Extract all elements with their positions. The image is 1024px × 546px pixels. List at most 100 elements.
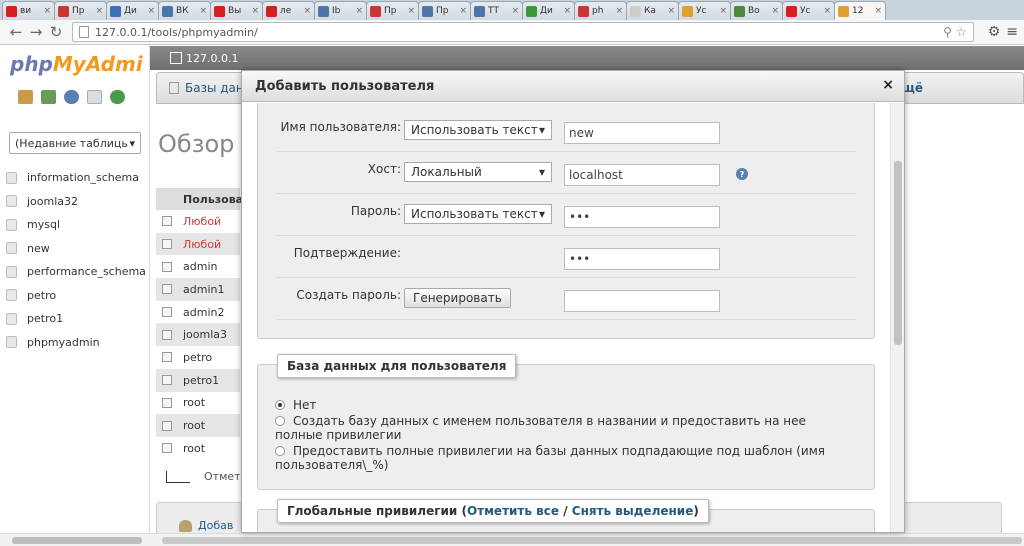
browser-tab[interactable]: Пр × <box>418 1 471 20</box>
browser-tab[interactable]: ВК × <box>158 1 211 20</box>
password-input[interactable]: ••• <box>564 206 720 228</box>
username-mode-select[interactable]: Использовать текст ▾ <box>404 120 552 140</box>
tab-close-icon[interactable]: × <box>459 6 467 16</box>
database-icon[interactable] <box>6 312 17 325</box>
home-icon[interactable] <box>18 90 33 104</box>
recent-tables-select[interactable]: (Недавние таблиць ▾ <box>9 132 141 154</box>
dialog-scrollbar[interactable] <box>890 103 904 532</box>
browser-menu-icon[interactable]: ≡ <box>1006 24 1018 40</box>
back-arrow-icon[interactable]: ← <box>6 23 26 41</box>
check-all-link[interactable]: Отмет <box>204 470 241 483</box>
browser-tab[interactable]: Пр × <box>54 1 107 20</box>
generate-password-button[interactable]: Генерировать <box>404 288 511 308</box>
row-checkbox[interactable] <box>162 216 172 227</box>
tab-databases[interactable]: Базы дан <box>185 81 244 95</box>
database-icon[interactable] <box>6 195 17 208</box>
database-item[interactable]: performance_schema <box>6 260 146 284</box>
tab-close-icon[interactable]: × <box>874 6 882 16</box>
db-option-wildcard[interactable]: Предоставить полные привилегии на базы д… <box>275 444 835 472</box>
database-item[interactable]: mysql <box>6 213 146 237</box>
row-checkbox[interactable] <box>162 261 172 272</box>
row-checkbox[interactable] <box>162 284 172 295</box>
radio-create-db[interactable] <box>275 416 285 426</box>
search-icon[interactable]: ⚲ <box>943 25 952 39</box>
browser-tab[interactable]: 12 × <box>834 1 886 20</box>
generated-password-input[interactable] <box>564 290 720 312</box>
tab-close-icon[interactable]: × <box>771 6 779 16</box>
database-item[interactable]: joomla32 <box>6 190 146 214</box>
database-name[interactable]: information_schema <box>27 171 139 184</box>
browser-tab[interactable]: ph × <box>574 1 627 20</box>
tab-close-icon[interactable]: × <box>303 6 311 16</box>
add-user-link[interactable]: Добав <box>179 519 233 532</box>
radio-wildcard[interactable] <box>275 446 285 456</box>
row-checkbox[interactable] <box>162 397 172 408</box>
tab-close-icon[interactable]: × <box>147 6 155 16</box>
database-icon[interactable] <box>6 336 17 349</box>
browser-tab[interactable]: Ка × <box>626 1 679 20</box>
close-icon[interactable]: × <box>882 77 894 93</box>
row-checkbox[interactable] <box>162 375 172 386</box>
database-name[interactable]: mysql <box>27 218 60 231</box>
database-icon[interactable] <box>6 289 17 302</box>
phpmyadmin-logo[interactable]: phpMyAdmi <box>10 52 150 76</box>
database-icon[interactable] <box>6 171 17 184</box>
browser-tab[interactable]: Ди × <box>106 1 159 20</box>
password-mode-select[interactable]: Использовать текст ▾ <box>404 204 552 224</box>
scrollbar-thumb-main[interactable] <box>162 537 1022 544</box>
docs-icon[interactable] <box>87 90 102 104</box>
tab-close-icon[interactable]: × <box>823 6 831 16</box>
row-checkbox[interactable] <box>162 239 172 250</box>
browser-tab[interactable]: Ус × <box>782 1 835 20</box>
bookmark-star-icon[interactable]: ☆ <box>956 25 967 39</box>
help-icon[interactable]: ? <box>736 168 748 180</box>
check-all-privileges-link[interactable]: Отметить все <box>467 504 559 518</box>
database-item[interactable]: new <box>6 237 146 261</box>
tab-close-icon[interactable]: × <box>511 6 519 16</box>
address-bar[interactable]: 127.0.0.1/tools/phpmyadmin/ ⚲ ☆ <box>72 22 974 42</box>
confirm-input[interactable]: ••• <box>564 248 720 270</box>
row-checkbox[interactable] <box>162 420 172 431</box>
row-checkbox[interactable] <box>162 352 172 363</box>
tab-close-icon[interactable]: × <box>199 6 207 16</box>
browser-tab[interactable]: ТТ × <box>470 1 523 20</box>
refresh-icon[interactable] <box>110 90 125 104</box>
url-text[interactable]: 127.0.0.1/tools/phpmyadmin/ <box>95 26 939 39</box>
tab-close-icon[interactable]: × <box>43 6 51 16</box>
dialog-titlebar[interactable]: Добавить пользователя × <box>242 71 904 102</box>
host-mode-select[interactable]: Локальный ▾ <box>404 162 552 182</box>
browser-tab[interactable]: Ус × <box>678 1 731 20</box>
browser-tab[interactable]: ле × <box>262 1 315 20</box>
row-checkbox[interactable] <box>162 443 172 454</box>
database-name[interactable]: performance_schema <box>27 265 146 278</box>
db-option-none[interactable]: Нет <box>275 398 835 412</box>
database-item[interactable]: phpmyadmin <box>6 331 146 355</box>
database-item[interactable]: information_schema <box>6 166 146 190</box>
reload-icon[interactable]: ↻ <box>46 23 66 41</box>
database-name[interactable]: joomla32 <box>27 195 78 208</box>
browser-tab[interactable]: Во × <box>730 1 783 20</box>
database-name[interactable]: phpmyadmin <box>27 336 100 349</box>
browser-tab[interactable]: Вы × <box>210 1 263 20</box>
database-item[interactable]: petro <box>6 284 146 308</box>
logout-icon[interactable] <box>41 90 56 104</box>
tab-close-icon[interactable]: × <box>407 6 415 16</box>
tab-close-icon[interactable]: × <box>563 6 571 16</box>
browser-tab[interactable]: Пр × <box>366 1 419 20</box>
uncheck-all-privileges-link[interactable]: Снять выделение <box>572 504 694 518</box>
horizontal-scrollbar[interactable] <box>0 533 1024 546</box>
tab-close-icon[interactable]: × <box>667 6 675 16</box>
db-option-create[interactable]: Создать базу данных с именем пользовател… <box>275 414 835 442</box>
dialog-scrollbar-thumb[interactable] <box>894 161 902 345</box>
row-checkbox[interactable] <box>162 329 172 340</box>
browser-tab[interactable]: Ди × <box>522 1 575 20</box>
help-icon[interactable] <box>64 90 79 104</box>
tab-close-icon[interactable]: × <box>719 6 727 16</box>
scrollbar-thumb-left[interactable] <box>12 537 142 544</box>
browser-tab[interactable]: Ib × <box>314 1 367 20</box>
extension-icon[interactable]: ⚙ <box>988 24 1001 40</box>
tab-close-icon[interactable]: × <box>95 6 103 16</box>
tab-close-icon[interactable]: × <box>355 6 363 16</box>
tab-close-icon[interactable]: × <box>251 6 259 16</box>
database-name[interactable]: petro <box>27 289 56 302</box>
